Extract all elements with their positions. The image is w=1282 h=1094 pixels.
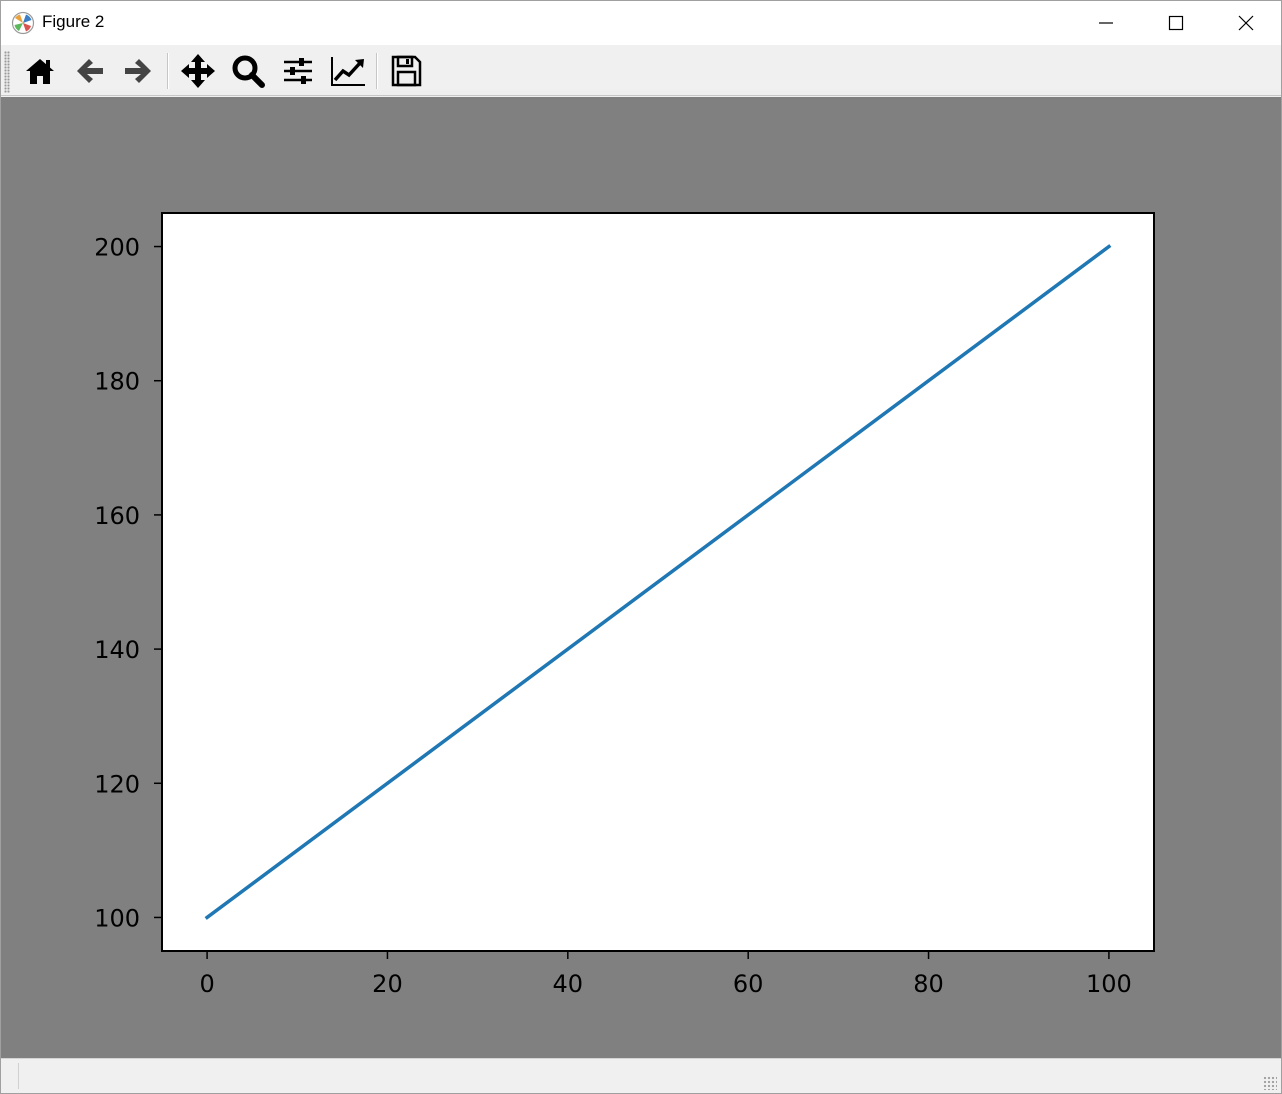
- line-chart-icon: [331, 57, 365, 86]
- move-icon: [181, 54, 215, 88]
- forward-button[interactable]: [116, 49, 160, 93]
- close-icon: [1238, 15, 1254, 31]
- arrow-left-icon: [77, 59, 103, 83]
- toolbar-separator: [376, 53, 378, 89]
- pan-button[interactable]: [176, 49, 220, 93]
- home-button[interactable]: [18, 49, 62, 93]
- y-tick-label: 180: [94, 368, 140, 396]
- matplotlib-logo-icon: [11, 11, 35, 35]
- minimize-button[interactable]: [1071, 1, 1141, 45]
- floppy-disk-icon: [391, 55, 422, 87]
- sliders-icon: [284, 58, 312, 84]
- toolbar-grip[interactable]: [4, 51, 10, 93]
- edit-axes-button[interactable]: [326, 49, 370, 93]
- y-tick-label: 140: [94, 636, 140, 664]
- toolbar-separator: [167, 53, 169, 89]
- window-title: Figure 2: [42, 12, 105, 31]
- close-button[interactable]: [1211, 1, 1281, 45]
- line-chart[interactable]: 0 20 40 60 80 100 100 120 140 160 180 200: [1, 97, 1281, 1058]
- y-tick-label: 120: [94, 770, 140, 798]
- subplots-button[interactable]: [276, 49, 320, 93]
- status-bar: [1, 1058, 1281, 1093]
- status-separator: [18, 1063, 19, 1089]
- x-tick-label: 0: [199, 970, 214, 998]
- magnifier-icon: [232, 55, 265, 88]
- y-tick-label: 200: [94, 234, 140, 262]
- title-bar[interactable]: Figure 2: [1, 1, 1281, 45]
- zoom-button[interactable]: [226, 49, 270, 93]
- y-tick-label: 100: [94, 904, 140, 932]
- figure-window: Figure 2 0 20 40 60 80 100 100 120 140 1…: [0, 0, 1282, 1094]
- figure-canvas[interactable]: 0 20 40 60 80 100 100 120 140 160 180 200: [1, 97, 1281, 1058]
- x-tick-label: 20: [372, 970, 403, 998]
- x-tick-label: 80: [913, 970, 944, 998]
- home-icon: [26, 59, 54, 84]
- back-button[interactable]: [68, 49, 112, 93]
- maximize-button[interactable]: [1141, 1, 1211, 45]
- x-tick-label: 100: [1086, 970, 1132, 998]
- x-tick-label: 40: [553, 970, 584, 998]
- arrow-right-icon: [125, 59, 151, 83]
- y-tick-label: 160: [94, 502, 140, 530]
- maximize-icon: [1168, 15, 1184, 31]
- resize-grip[interactable]: [1263, 1076, 1277, 1090]
- save-button[interactable]: [384, 49, 428, 93]
- navigation-toolbar: [1, 45, 1281, 96]
- minimize-icon: [1099, 22, 1113, 24]
- x-tick-label: 60: [733, 970, 764, 998]
